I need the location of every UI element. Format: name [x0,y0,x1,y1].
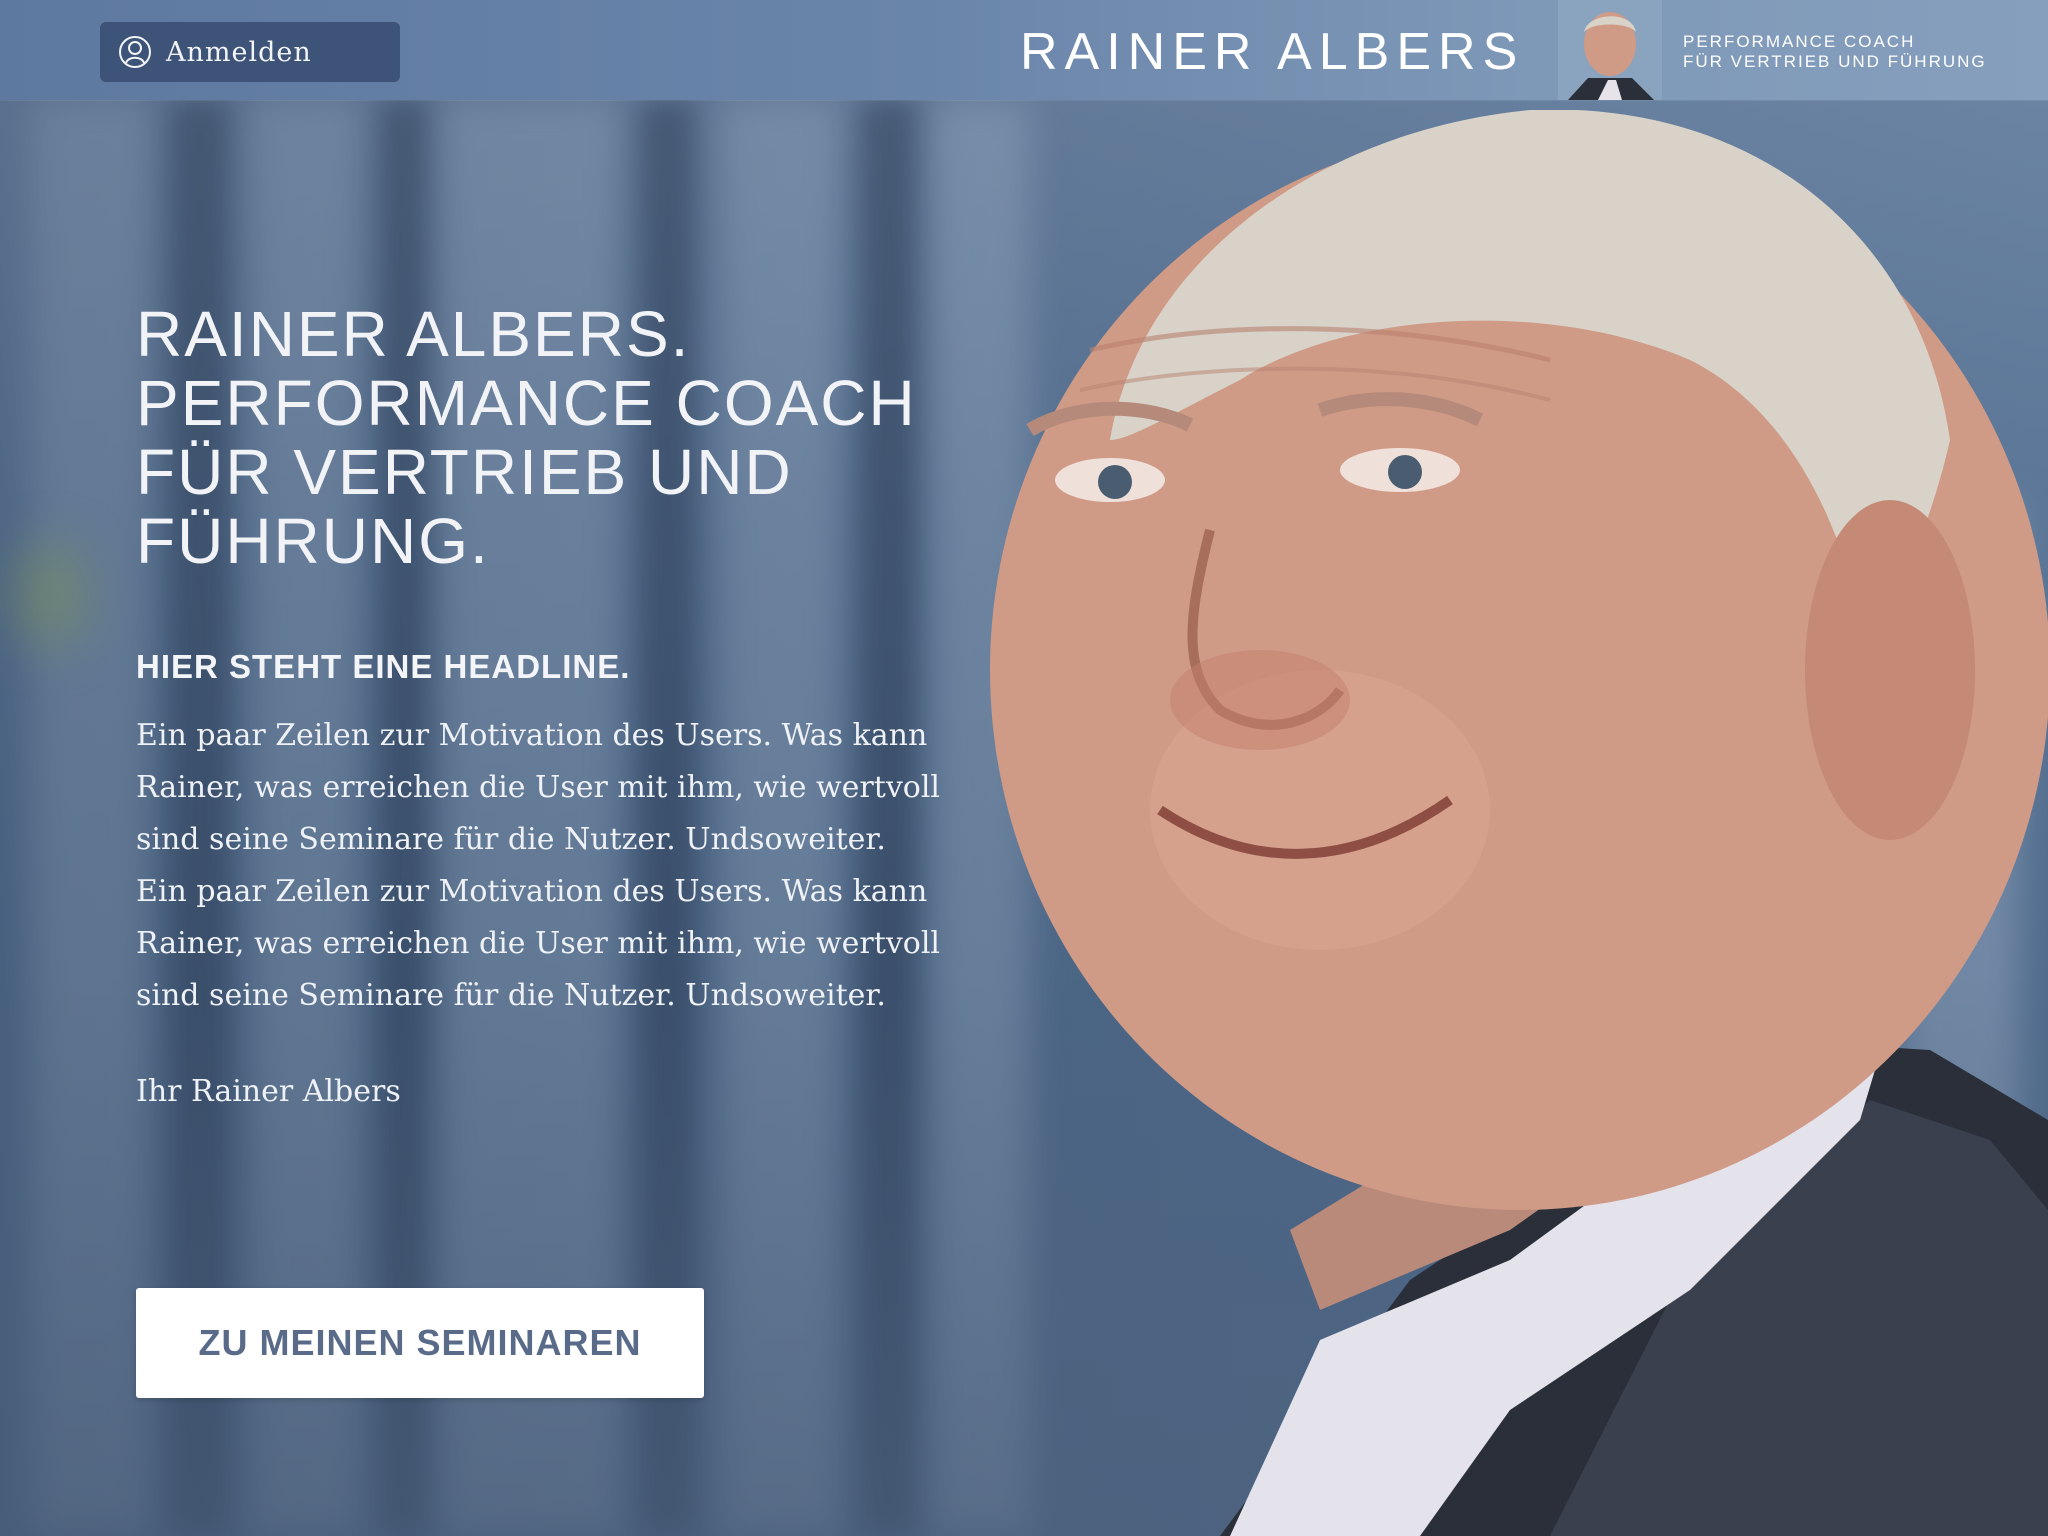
hero-content: RAINER ALBERS. PERFORMANCE COACH FÜR VER… [136,300,956,1110]
hero-title-line: RAINER ALBERS. [136,298,691,370]
hero-title-line: FÜHRUNG. [136,505,490,577]
coach-portrait [990,110,2048,1536]
tagline-line: FÜR VERTRIEB UND FÜHRUNG [1683,52,1987,71]
brand-name[interactable]: RAINER ALBERS [1020,22,1524,82]
login-button[interactable]: Anmelden [100,22,400,82]
hero-title-line: FÜR VERTRIEB UND [136,436,793,508]
brand-tagline: PERFORMANCE COACH FÜR VERTRIEB UND FÜHRU… [1683,32,1987,72]
login-label: Anmelden [166,36,312,68]
user-circle-icon [118,35,152,69]
hero-title: RAINER ALBERS. PERFORMANCE COACH FÜR VER… [136,300,956,576]
body-line: sind seine Seminare für die Nutzer. Unds… [136,822,886,857]
body-line: Rainer, was erreichen die User mit ihm, … [136,926,941,961]
body-line: Ein paar Zeilen zur Motivation des Users… [136,874,928,909]
landing-page: Anmelden RAINER ALBERS PERFORMANCE COACH… [0,0,2048,1536]
signature: Ihr Rainer Albers [136,1074,401,1109]
body-line: Rainer, was erreichen die User mit ihm, … [136,770,941,805]
hero-subheadline: HIER STEHT EINE HEADLINE. [136,648,631,685]
seminars-cta-button[interactable]: ZU MEINEN SEMINAREN [136,1288,704,1398]
body-line: Ein paar Zeilen zur Motivation des Users… [136,718,928,753]
top-bar: Anmelden RAINER ALBERS PERFORMANCE COACH… [0,0,2048,100]
body-line: sind seine Seminare für die Nutzer. Unds… [136,978,886,1013]
hero-body-text: Ein paar Zeilen zur Motivation des Users… [136,710,956,1022]
tagline-line: PERFORMANCE COACH [1683,32,1916,51]
hero-title-line: PERFORMANCE COACH [136,367,917,439]
brand-avatar [1558,0,1662,100]
